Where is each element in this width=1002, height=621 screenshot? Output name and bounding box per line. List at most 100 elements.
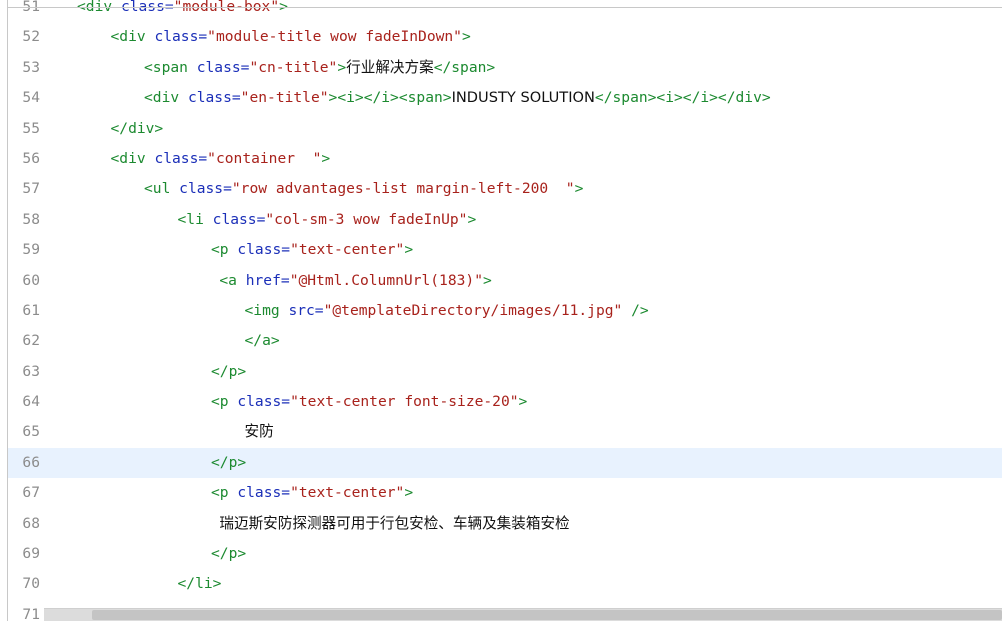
code-content: <div class="container ">: [111, 144, 331, 174]
code-editor[interactable]: 51<div class="module-box">52<div class="…: [0, 0, 1002, 621]
code-content: </p>: [211, 357, 246, 387]
line-number: 56: [22, 149, 40, 167]
scrollbar-thumb[interactable]: [92, 610, 1002, 620]
code-token-attr: class: [179, 180, 224, 198]
code-token-str: "text-center": [290, 241, 405, 259]
code-line[interactable]: 56 <div class="container ">: [8, 144, 1002, 174]
code-token-tag: <span: [144, 58, 197, 76]
code-line[interactable]: 63 </p>: [8, 357, 1002, 387]
code-token-tag: <ul: [144, 180, 180, 198]
line-number: 58: [22, 210, 40, 228]
code-line[interactable]: 70 </li>: [8, 569, 1002, 599]
code-token-str: "cn-title": [249, 58, 338, 76]
code-token-tag: <i></i><span>: [337, 89, 452, 107]
code-token-attr: class: [154, 28, 199, 46]
code-token-tag: </p>: [211, 545, 247, 563]
code-token-tag: >: [482, 271, 492, 289]
code-token-txt: 安防: [244, 423, 274, 441]
code-token-str: "col-sm-3 wow fadeInUp": [265, 210, 468, 228]
code-content: <p class="text-center">: [211, 478, 413, 508]
code-token-str: "@Html.ColumnUrl(183)": [289, 271, 483, 289]
code-content: </a>: [245, 326, 280, 356]
line-number: 57: [22, 180, 40, 198]
code-content: <ul class="row advantages-list margin-le…: [144, 174, 583, 204]
code-content: <img src="@templateDirectory/images/11.j…: [245, 296, 649, 326]
line-number: 52: [22, 28, 40, 46]
code-token-tag: </p>: [211, 453, 247, 471]
code-token-str: "module-title wow fadeInDown": [207, 28, 462, 46]
code-content: <p class="text-center">: [211, 235, 413, 265]
code-line[interactable]: 55 </div>: [8, 114, 1002, 144]
code-line[interactable]: 51 <div class="module-box">: [8, 0, 1002, 22]
code-token-eq: =: [223, 180, 232, 198]
code-token-str: "@templateDirectory/images/11.jpg": [323, 301, 623, 319]
code-line[interactable]: 68 瑞迈斯安防探测器可用于行包安检、车辆及集装箱安检: [8, 509, 1002, 539]
code-line[interactable]: 62 </a>: [8, 326, 1002, 356]
line-number: 59: [22, 241, 40, 259]
code-token-str: "text-center": [290, 484, 405, 502]
code-line[interactable]: 54 <div class="en-title"><i></i><span>IND…: [8, 83, 1002, 113]
code-token-tag: <p: [211, 393, 238, 411]
code-token-eq: =: [314, 301, 324, 319]
code-content: <div class="module-title wow fadeInDown"…: [111, 22, 471, 52]
line-number: 71: [22, 605, 40, 621]
code-token-str: "text-center font-size-20": [290, 393, 519, 411]
horizontal-scrollbar[interactable]: [44, 608, 1002, 621]
code-token-tag: >: [404, 484, 414, 502]
code-content: 安防: [245, 417, 274, 447]
line-number: 65: [22, 423, 40, 441]
code-line[interactable]: 67 <p class="text-center">: [8, 478, 1002, 508]
line-number: 67: [22, 484, 40, 502]
editor-top-border: [7, 7, 1002, 8]
code-token-tag: <div: [144, 89, 188, 107]
code-token-attr: href: [245, 271, 281, 289]
code-line[interactable]: 59 <p class="text-center">: [8, 235, 1002, 265]
code-line[interactable]: 58 <li class="col-sm-3 wow fadeInUp">: [8, 205, 1002, 235]
code-token-tag: </span><i></i></div>: [594, 89, 771, 107]
code-token-tag: </p>: [211, 362, 247, 380]
code-token-tag: <p: [211, 484, 238, 502]
line-number: 54: [22, 89, 40, 107]
code-content: </p>: [211, 539, 246, 569]
code-line[interactable]: 57 <ul class="row advantages-list margin-…: [8, 174, 1002, 204]
code-token-str: "row advantages-list margin-left-200 ": [231, 180, 575, 198]
code-token-attr: src: [288, 301, 315, 319]
gutter-border: [7, 0, 8, 621]
code-token-eq: =: [280, 271, 290, 289]
code-content: </li>: [178, 569, 222, 599]
code-line[interactable]: 52 <div class="module-title wow fadeInDow…: [8, 22, 1002, 52]
code-token-tag: </li>: [177, 575, 222, 593]
code-token-tag: >: [337, 58, 347, 76]
code-token-tag: />: [622, 301, 649, 319]
current-code-line[interactable]: 66 </p>: [8, 447, 1002, 479]
code-line[interactable]: 65 安防: [8, 417, 1002, 447]
code-content: </div>: [111, 114, 164, 144]
code-token-str: "container ": [207, 149, 322, 167]
code-token-tag: <img: [244, 301, 289, 319]
code-token-tag: <div: [110, 28, 155, 46]
line-number: 53: [22, 58, 40, 76]
code-token-attr: class: [212, 210, 257, 228]
code-token-eq: =: [281, 484, 291, 502]
code-token-tag: >: [574, 180, 584, 198]
code-token-tag: <p: [211, 241, 238, 259]
code-token-tag: <div: [110, 149, 155, 167]
code-line[interactable]: 61 <img src="@templateDirectory/images/11…: [8, 296, 1002, 326]
line-number: 62: [22, 332, 40, 350]
line-number: 68: [22, 514, 40, 532]
code-content: <li class="col-sm-3 wow fadeInUp">: [178, 205, 477, 235]
code-line[interactable]: 69 </p>: [8, 539, 1002, 569]
code-token-attr: class: [187, 89, 232, 107]
line-number: 63: [22, 362, 40, 380]
code-line[interactable]: 64 <p class="text-center font-size-20">: [8, 387, 1002, 417]
line-number: 51: [22, 0, 40, 15]
code-line[interactable]: 53 <span class="cn-title">行业解决方案</span>: [8, 53, 1002, 83]
code-line[interactable]: 60 <a href="@Html.ColumnUrl(183)">: [8, 266, 1002, 296]
code-token-tag: >: [518, 393, 528, 411]
code-content: <p class="text-center font-size-20">: [211, 387, 527, 417]
code-content: <div class="en-title"><i></i><span>INDUS…: [144, 83, 771, 113]
line-number: 61: [22, 301, 40, 319]
code-token-tag: </a>: [244, 332, 280, 350]
line-number: 70: [22, 575, 40, 593]
code-token-tag: >: [321, 149, 331, 167]
